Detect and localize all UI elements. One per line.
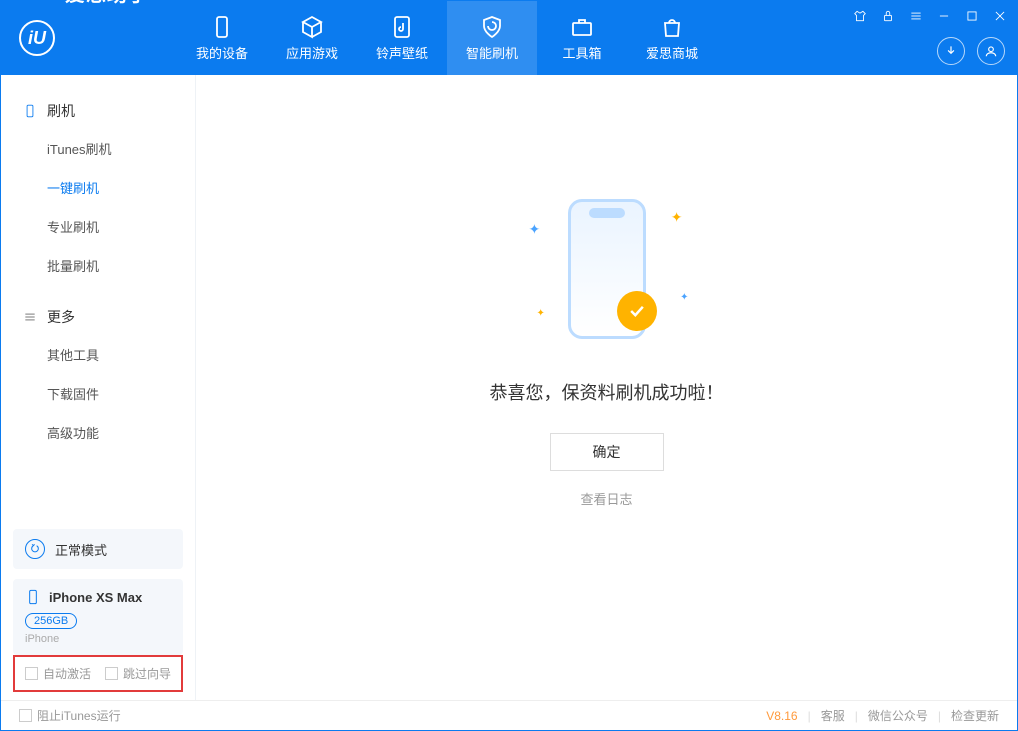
cube-icon	[300, 15, 324, 39]
app-name: 爱思助手	[65, 0, 149, 87]
user-icon[interactable]	[977, 37, 1005, 65]
minimize-button[interactable]	[935, 7, 953, 25]
sparkle-icon: ✦	[529, 221, 541, 238]
shirt-icon[interactable]	[851, 7, 869, 25]
sidebar-item-oneclick-flash[interactable]: 一键刷机	[1, 168, 195, 207]
check-update-link[interactable]: 检查更新	[951, 707, 999, 724]
success-illustration: ✦ ✦ ✦ ✦	[507, 189, 707, 349]
phone-icon	[23, 104, 37, 118]
section-label: 更多	[47, 307, 75, 327]
nav-label: 我的设备	[196, 43, 248, 62]
header-right	[937, 37, 1005, 65]
checkmark-badge-icon	[617, 291, 657, 331]
sidebar-item-itunes-flash[interactable]: iTunes刷机	[1, 129, 195, 168]
logo-icon: iU	[19, 20, 55, 56]
nav-label: 铃声壁纸	[376, 43, 428, 62]
wechat-link[interactable]: 微信公众号	[868, 707, 928, 724]
device-icon	[25, 589, 41, 605]
version-label: V8.16	[766, 709, 797, 723]
checkbox-label: 阻止iTunes运行	[37, 707, 121, 724]
logo[interactable]: iU 爱思助手 www.i4.cn	[1, 1, 167, 75]
app-url: www.i4.cn	[65, 87, 149, 99]
ok-button[interactable]: 确定	[550, 433, 664, 471]
sidebar-item-download-firmware[interactable]: 下载固件	[1, 374, 195, 413]
support-link[interactable]: 客服	[821, 707, 845, 724]
sparkle-icon: ✦	[671, 209, 683, 226]
sidebar-top: 刷机 iTunes刷机 一键刷机 专业刷机 批量刷机 更多 其他工具 下载固件 …	[1, 75, 195, 519]
checkbox-row-highlighted: 自动激活 跳过向导	[13, 655, 183, 692]
bag-icon	[660, 15, 684, 39]
checkbox-icon	[105, 667, 118, 680]
lock-icon[interactable]	[879, 7, 897, 25]
sidebar-bottom: 正常模式 iPhone XS Max 256GB iPhone 自动激活 跳过向…	[1, 519, 195, 702]
sidebar-item-pro-flash[interactable]: 专业刷机	[1, 207, 195, 246]
sidebar-item-batch-flash[interactable]: 批量刷机	[1, 246, 195, 285]
checkbox-skip-guide[interactable]: 跳过向导	[105, 665, 171, 682]
close-button[interactable]	[991, 7, 1009, 25]
nav-toolbox[interactable]: 工具箱	[537, 1, 627, 75]
nav-label: 爱思商城	[646, 43, 698, 62]
sparkle-icon: ✦	[537, 308, 545, 319]
sparkle-icon: ✦	[680, 292, 688, 303]
shield-refresh-icon	[480, 15, 504, 39]
sidebar: 刷机 iTunes刷机 一键刷机 专业刷机 批量刷机 更多 其他工具 下载固件 …	[1, 75, 196, 702]
checkbox-icon	[19, 709, 32, 722]
checkbox-block-itunes[interactable]: 阻止iTunes运行	[19, 707, 121, 724]
checkbox-label: 自动激活	[43, 665, 91, 682]
nav-flash[interactable]: 智能刷机	[447, 1, 537, 75]
mode-label: 正常模式	[55, 540, 107, 559]
nav-ringtones[interactable]: 铃声壁纸	[357, 1, 447, 75]
footer: 阻止iTunes运行 V8.16 | 客服 | 微信公众号 | 检查更新	[1, 700, 1017, 730]
storage-badge: 256GB	[25, 613, 77, 629]
menu-icon[interactable]	[907, 7, 925, 25]
device-name: iPhone XS Max	[49, 590, 142, 605]
list-icon	[23, 310, 37, 324]
maximize-button[interactable]	[963, 7, 981, 25]
header: iU 爱思助手 www.i4.cn 我的设备 应用游戏 铃声壁纸 智能刷机 工具…	[1, 1, 1017, 75]
music-file-icon	[390, 15, 414, 39]
sidebar-item-other-tools[interactable]: 其他工具	[1, 335, 195, 374]
device-type: iPhone	[25, 633, 171, 645]
main-content: ✦ ✦ ✦ ✦ 恭喜您，保资料刷机成功啦！ 确定 查看日志	[196, 75, 1017, 702]
section-label: 刷机	[47, 101, 75, 121]
sidebar-section-more: 更多	[1, 299, 195, 335]
nav-label: 智能刷机	[466, 43, 518, 62]
nav-apps[interactable]: 应用游戏	[267, 1, 357, 75]
briefcase-icon	[570, 15, 594, 39]
nav-label: 应用游戏	[286, 43, 338, 62]
checkbox-auto-activate[interactable]: 自动激活	[25, 665, 91, 682]
window-controls	[851, 7, 1009, 25]
top-nav: 我的设备 应用游戏 铃声壁纸 智能刷机 工具箱 爱思商城	[177, 1, 717, 75]
logo-text: 爱思助手 www.i4.cn	[65, 0, 149, 99]
phone-icon	[210, 15, 234, 39]
nav-label: 工具箱	[562, 43, 601, 62]
checkbox-icon	[25, 667, 38, 680]
nav-my-device[interactable]: 我的设备	[177, 1, 267, 75]
view-log-link[interactable]: 查看日志	[580, 489, 632, 508]
mode-card[interactable]: 正常模式	[13, 529, 183, 569]
device-card[interactable]: iPhone XS Max 256GB iPhone	[13, 579, 183, 655]
checkbox-label: 跳过向导	[123, 665, 171, 682]
success-message: 恭喜您，保资料刷机成功啦！	[490, 379, 724, 405]
nav-store[interactable]: 爱思商城	[627, 1, 717, 75]
download-icon[interactable]	[937, 37, 965, 65]
sidebar-item-advanced[interactable]: 高级功能	[1, 413, 195, 452]
mode-icon	[25, 539, 45, 559]
body: 刷机 iTunes刷机 一键刷机 专业刷机 批量刷机 更多 其他工具 下载固件 …	[1, 75, 1017, 702]
footer-right: V8.16 | 客服 | 微信公众号 | 检查更新	[766, 707, 999, 724]
